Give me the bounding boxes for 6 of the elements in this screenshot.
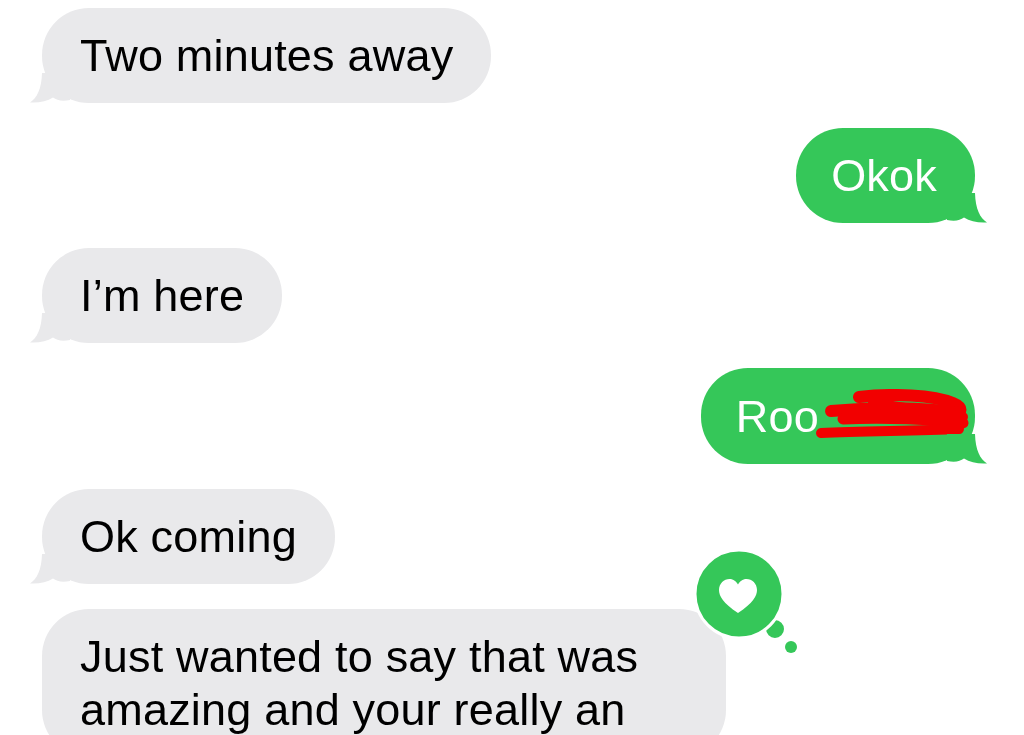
- message-text: Just wanted to say that was amazing and your really an: [80, 630, 640, 735]
- message-text: Okok: [831, 149, 937, 202]
- message-text: Ok coming: [80, 510, 297, 563]
- message-text: Two minutes away: [80, 29, 454, 82]
- message-text: Roo: [735, 389, 819, 443]
- message-text: I’m here: [80, 269, 245, 322]
